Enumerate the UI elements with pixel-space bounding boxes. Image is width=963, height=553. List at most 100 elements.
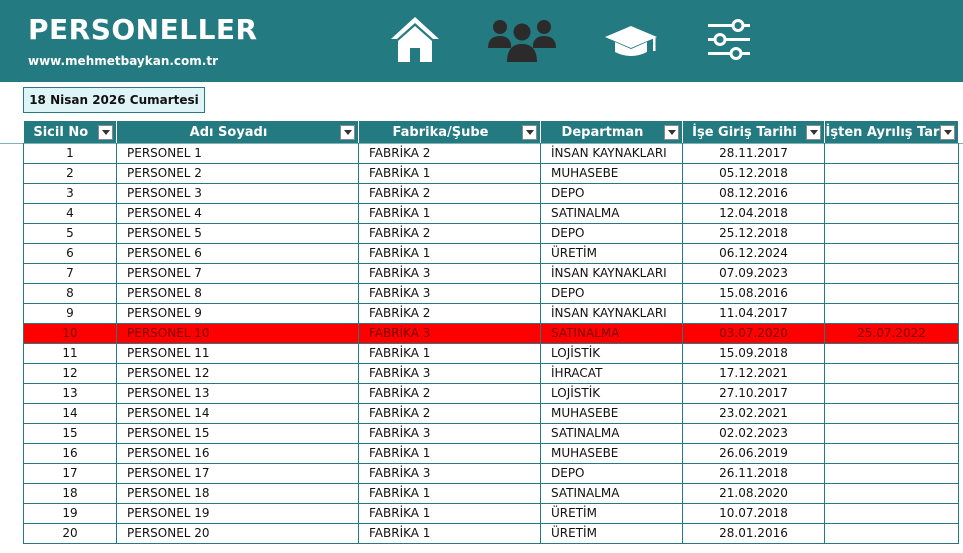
end-date-cell[interactable] [824,303,959,324]
end-date-cell[interactable] [824,463,959,484]
branch-cell[interactable]: FABRİKA 2 [358,223,541,244]
name-cell[interactable]: PERSONEL 7 [116,263,359,284]
name-cell[interactable]: PERSONEL 6 [116,243,359,264]
sicil-no-cell[interactable]: 6 [23,243,117,264]
department-cell[interactable]: İNSAN KAYNAKLARI [540,143,683,164]
start-date-cell[interactable]: 10.07.2018 [682,503,825,524]
table-row[interactable]: 17 PERSONEL 17 FABRİKA 3 DEPO 26.11.2018 [23,463,959,484]
department-cell[interactable]: LOJİSTİK [540,343,683,364]
end-date-cell[interactable] [824,423,959,444]
start-date-cell[interactable]: 17.12.2021 [682,363,825,384]
name-cell[interactable]: PERSONEL 1 [116,143,359,164]
home-icon[interactable] [388,14,442,64]
sicil-no-cell[interactable]: 11 [23,343,117,364]
start-date-cell[interactable]: 07.09.2023 [682,263,825,284]
name-cell[interactable]: PERSONEL 12 [116,363,359,384]
name-cell[interactable]: PERSONEL 18 [116,483,359,504]
start-date-cell[interactable]: 26.06.2019 [682,443,825,464]
branch-cell[interactable]: FABRİKA 3 [358,323,541,344]
filter-dropdown-button[interactable] [806,125,821,140]
table-row[interactable]: 8 PERSONEL 8 FABRİKA 3 DEPO 15.08.2016 [23,283,959,304]
end-date-cell[interactable] [824,443,959,464]
table-row[interactable]: 15 PERSONEL 15 FABRİKA 3 SATINALMA 02.02.202… [23,423,959,444]
branch-cell[interactable]: FABRİKA 1 [358,523,541,544]
branch-cell[interactable]: FABRİKA 1 [358,483,541,504]
start-date-cell[interactable]: 28.01.2016 [682,523,825,544]
department-cell[interactable]: İNSAN KAYNAKLARI [540,263,683,284]
name-cell[interactable]: PERSONEL 2 [116,163,359,184]
end-date-cell[interactable] [824,483,959,504]
department-cell[interactable]: SATINALMA [540,323,683,344]
branch-cell[interactable]: FABRİKA 1 [358,503,541,524]
department-cell[interactable]: İNSAN KAYNAKLARI [540,303,683,324]
sicil-no-cell[interactable]: 3 [23,183,117,204]
department-cell[interactable]: MUHASEBE [540,163,683,184]
table-row[interactable]: 12 PERSONEL 12 FABRİKA 3 İHRACAT 17.12.2021 [23,363,959,384]
end-date-cell[interactable] [824,283,959,304]
table-row[interactable]: 7 PERSONEL 7 FABRİKA 3 İNSAN KAYNAKLARI 07.0… [23,263,959,284]
department-cell[interactable]: LOJİSTİK [540,383,683,404]
start-date-cell[interactable]: 15.08.2016 [682,283,825,304]
table-row[interactable]: 4 PERSONEL 4 FABRİKA 1 SATINALMA 12.04.2018 [23,203,959,224]
table-row[interactable]: 1 PERSONEL 1 FABRİKA 2 İNSAN KAYNAKLARI 28.1… [23,143,959,164]
end-date-cell[interactable] [824,343,959,364]
branch-cell[interactable]: FABRİKA 3 [358,363,541,384]
sicil-no-cell[interactable]: 18 [23,483,117,504]
department-cell[interactable]: DEPO [540,463,683,484]
sicil-no-cell[interactable]: 19 [23,503,117,524]
sicil-no-cell[interactable]: 16 [23,443,117,464]
end-date-cell[interactable] [824,383,959,404]
sliders-icon[interactable] [706,18,752,62]
department-cell[interactable]: SATINALMA [540,423,683,444]
table-row[interactable]: 11 PERSONEL 11 FABRİKA 1 LOJİSTİK 15.09.2018 [23,343,959,364]
sicil-no-cell[interactable]: 2 [23,163,117,184]
start-date-cell[interactable]: 12.04.2018 [682,203,825,224]
filter-dropdown-button[interactable] [940,125,955,140]
sicil-no-cell[interactable]: 7 [23,263,117,284]
department-cell[interactable]: SATINALMA [540,483,683,504]
end-date-cell[interactable] [824,523,959,544]
sicil-no-cell[interactable]: 8 [23,283,117,304]
end-date-cell[interactable] [824,263,959,284]
name-cell[interactable]: PERSONEL 16 [116,443,359,464]
name-cell[interactable]: PERSONEL 14 [116,403,359,424]
table-row[interactable]: 6 PERSONEL 6 FABRİKA 1 ÜRETİM 06.12.2024 [23,243,959,264]
name-cell[interactable]: PERSONEL 13 [116,383,359,404]
name-cell[interactable]: PERSONEL 20 [116,523,359,544]
sicil-no-cell[interactable]: 20 [23,523,117,544]
end-date-cell[interactable] [824,223,959,244]
filter-dropdown-button[interactable] [340,125,355,140]
department-cell[interactable]: SATINALMA [540,203,683,224]
department-cell[interactable]: İHRACAT [540,363,683,384]
name-cell[interactable]: PERSONEL 11 [116,343,359,364]
start-date-cell[interactable]: 15.09.2018 [682,343,825,364]
end-date-cell[interactable] [824,363,959,384]
branch-cell[interactable]: FABRİKA 3 [358,463,541,484]
start-date-cell[interactable]: 08.12.2016 [682,183,825,204]
branch-cell[interactable]: FABRİKA 3 [358,283,541,304]
branch-cell[interactable]: FABRİKA 1 [358,243,541,264]
sicil-no-cell[interactable]: 1 [23,143,117,164]
end-date-cell[interactable] [824,183,959,204]
sicil-no-cell[interactable]: 15 [23,423,117,444]
table-row[interactable]: 2 PERSONEL 2 FABRİKA 1 MUHASEBE 05.12.2018 [23,163,959,184]
name-cell[interactable]: PERSONEL 10 [116,323,359,344]
sicil-no-cell[interactable]: 10 [23,323,117,344]
start-date-cell[interactable]: 03.07.2020 [682,323,825,344]
name-cell[interactable]: PERSONEL 5 [116,223,359,244]
branch-cell[interactable]: FABRİKA 2 [358,383,541,404]
name-cell[interactable]: PERSONEL 3 [116,183,359,204]
end-date-cell[interactable] [824,503,959,524]
department-cell[interactable]: MUHASEBE [540,443,683,464]
sicil-no-cell[interactable]: 4 [23,203,117,224]
table-row[interactable]: 14 PERSONEL 14 FABRİKA 2 MUHASEBE 23.02.2021 [23,403,959,424]
branch-cell[interactable]: FABRİKA 1 [358,203,541,224]
table-row[interactable]: 18 PERSONEL 18 FABRİKA 1 SATINALMA 21.08.202… [23,483,959,504]
department-cell[interactable]: MUHASEBE [540,403,683,424]
table-row[interactable]: 16 PERSONEL 16 FABRİKA 1 MUHASEBE 26.06.2019 [23,443,959,464]
start-date-cell[interactable]: 23.02.2021 [682,403,825,424]
branch-cell[interactable]: FABRİKA 1 [358,163,541,184]
start-date-cell[interactable]: 27.10.2017 [682,383,825,404]
end-date-cell[interactable] [824,403,959,424]
sicil-no-cell[interactable]: 13 [23,383,117,404]
